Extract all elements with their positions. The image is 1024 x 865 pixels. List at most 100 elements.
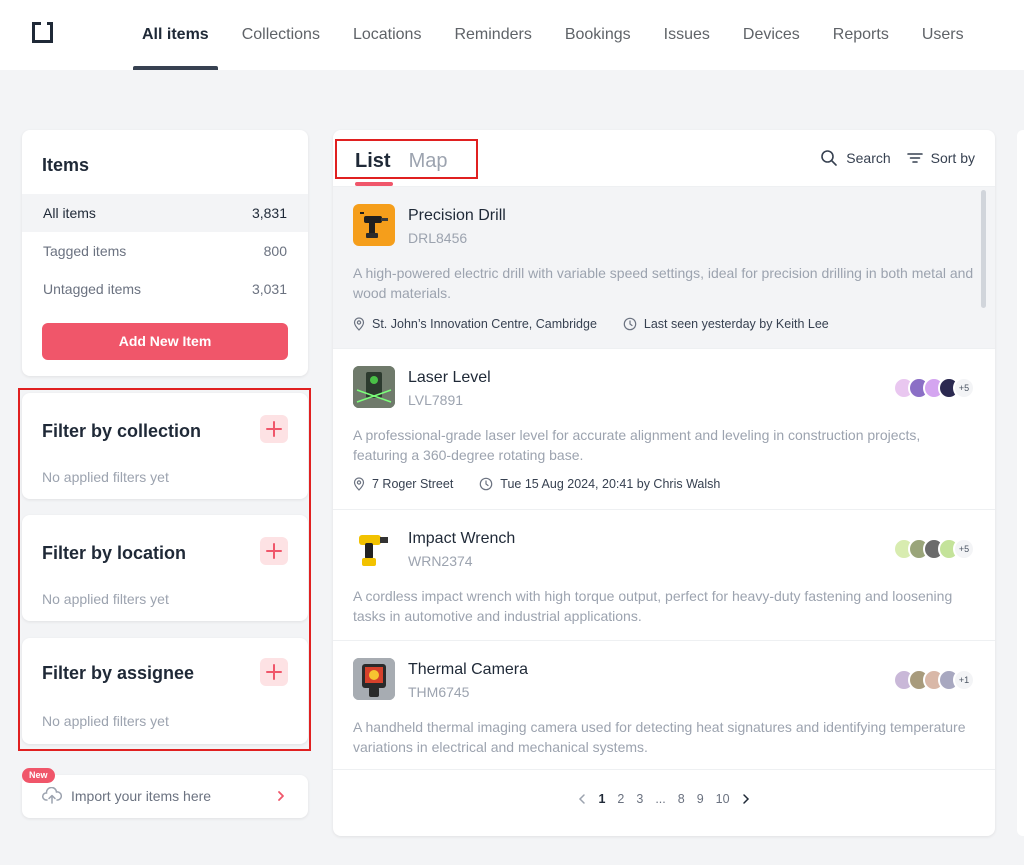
chevron-right-icon[interactable] xyxy=(742,793,750,805)
import-items-card[interactable]: Import your items here xyxy=(22,775,308,818)
sidebar-item-count: 3,831 xyxy=(251,205,287,221)
sidebar-item-tagged-items[interactable]: Tagged items 800 xyxy=(22,232,308,270)
plus-icon xyxy=(266,421,282,437)
filter-collection-card: Filter by collection No applied filters … xyxy=(22,393,308,499)
tab-map[interactable]: Map xyxy=(409,150,448,173)
import-row: Import your items here xyxy=(42,787,211,805)
filter-location-card: Filter by location No applied filters ye… xyxy=(22,515,308,621)
assignee-avatars[interactable]: +1 xyxy=(893,669,975,691)
plus-icon xyxy=(266,543,282,559)
nav-issues[interactable]: Issues xyxy=(664,0,710,70)
location-text: St. John’s Innovation Centre, Cambridge xyxy=(372,317,597,331)
more-assignees-count: +1 xyxy=(953,669,975,691)
item-name: Thermal Camera xyxy=(408,661,529,678)
item-meta: 7 Roger Street Tue 15 Aug 2024, 20:41 by… xyxy=(353,477,720,491)
nav-users[interactable]: Users xyxy=(922,0,964,70)
item-description: A cordless impact wrench with high torqu… xyxy=(353,588,953,624)
items-title: Items xyxy=(42,155,90,175)
search-icon xyxy=(821,150,838,166)
list-item-thermal-camera[interactable]: Thermal Camera THM6745 +1 A handheld the… xyxy=(333,640,995,770)
item-name: Precision Drill xyxy=(408,207,506,224)
item-code: LVL7891 xyxy=(408,392,464,408)
filter-title: Filter by location xyxy=(42,543,187,563)
search-label: Search xyxy=(846,150,891,166)
sidebar-item-label: Tagged items xyxy=(43,243,127,259)
nav-reports[interactable]: Reports xyxy=(833,0,889,70)
app-logo-icon[interactable] xyxy=(30,20,55,45)
location-pin-icon xyxy=(353,317,365,331)
import-label: Import your items here xyxy=(71,788,212,804)
thermal-camera-icon xyxy=(353,658,395,700)
filter-empty-text: No applied filters yet xyxy=(42,713,169,729)
add-assignee-filter-button[interactable] xyxy=(260,658,288,686)
nav-bookings[interactable]: Bookings xyxy=(565,0,631,70)
page-1[interactable]: 1 xyxy=(598,792,605,806)
item-description: A handheld thermal imaging camera used f… xyxy=(353,719,966,755)
last-seen-text: Tue 15 Aug 2024, 20:41 by Chris Walsh xyxy=(500,477,721,491)
page-2[interactable]: 2 xyxy=(617,792,624,806)
new-badge: New xyxy=(22,768,55,783)
item-code: WRN2374 xyxy=(408,553,473,569)
add-new-item-button[interactable]: Add New Item xyxy=(42,323,288,360)
assignee-avatars[interactable]: +5 xyxy=(893,538,975,560)
list-item-laser-level[interactable]: Laser Level LVL7891 +5 A professional-gr… xyxy=(333,348,995,509)
sidebar-item-label: All items xyxy=(43,205,96,221)
filter-empty-text: No applied filters yet xyxy=(42,591,169,607)
item-name: Impact Wrench xyxy=(408,530,516,547)
more-assignees-count: +5 xyxy=(953,538,975,560)
list-item-impact-wrench[interactable]: Impact Wrench WRN2374 +5 A cordless impa… xyxy=(333,509,995,640)
items-list-panel: List Map Search Sort by Precision Drill … xyxy=(333,130,995,836)
more-assignees-count: +5 xyxy=(953,377,975,399)
filter-empty-text: No applied filters yet xyxy=(42,469,169,485)
sidebar-item-count: 3,031 xyxy=(251,281,287,297)
pagination: 1 2 3 ... 8 9 10 xyxy=(333,792,995,806)
sidebar-item-all-items[interactable]: All items 3,831 xyxy=(22,194,308,232)
top-navigation-bar: All items Collections Locations Reminder… xyxy=(0,0,1024,70)
list-item-precision-drill[interactable]: Precision Drill DRL8456 A high-powered e… xyxy=(333,186,995,348)
nav-all-items[interactable]: All items xyxy=(133,0,218,70)
nav-reminders[interactable]: Reminders xyxy=(454,0,531,70)
sidebar-item-label: Untagged items xyxy=(43,281,142,297)
list-scrollbar[interactable] xyxy=(981,190,986,308)
right-panel-edge xyxy=(1017,130,1024,836)
list-toolbar: Search Sort by xyxy=(820,149,975,167)
nav-collections[interactable]: Collections xyxy=(242,0,320,70)
item-meta: St. John’s Innovation Centre, Cambridge … xyxy=(353,317,829,331)
nav-locations[interactable]: Locations xyxy=(353,0,422,70)
sidebar-item-count: 800 xyxy=(263,243,287,259)
cloud-upload-icon xyxy=(42,787,62,804)
chevron-right-icon xyxy=(278,791,284,801)
tab-list[interactable]: List xyxy=(355,150,391,173)
item-last-seen: Last seen yesterday by Keith Lee xyxy=(623,317,829,331)
clock-icon xyxy=(479,477,493,491)
last-seen-text: Last seen yesterday by Keith Lee xyxy=(643,317,829,331)
item-location: 7 Roger Street xyxy=(353,477,453,491)
sort-label: Sort by xyxy=(930,150,975,166)
sidebar-item-untagged-items[interactable]: Untagged items 3,031 xyxy=(22,270,308,308)
item-last-seen: Tue 15 Aug 2024, 20:41 by Chris Walsh xyxy=(479,477,720,491)
sort-by-button[interactable]: Sort by xyxy=(906,150,975,166)
chevron-left-icon[interactable] xyxy=(578,793,586,805)
nav-devices[interactable]: Devices xyxy=(743,0,800,70)
search-button[interactable]: Search xyxy=(820,149,891,167)
page-10[interactable]: 10 xyxy=(716,792,730,806)
main-nav: All items Collections Locations Reminder… xyxy=(133,0,997,70)
plus-icon xyxy=(266,664,282,680)
page-8[interactable]: 8 xyxy=(678,792,685,806)
item-location: St. John’s Innovation Centre, Cambridge xyxy=(353,317,597,331)
location-text: 7 Roger Street xyxy=(372,477,454,491)
location-pin-icon xyxy=(353,477,365,491)
page-9[interactable]: 9 xyxy=(697,792,704,806)
page-3[interactable]: 3 xyxy=(636,792,643,806)
items-summary-card: Items All items 3,831 Tagged items 800 U… xyxy=(22,130,308,376)
filter-title: Filter by collection xyxy=(42,421,202,441)
clock-icon xyxy=(623,317,637,331)
laser-level-icon xyxy=(353,366,395,408)
assignee-avatars[interactable]: +5 xyxy=(893,377,975,399)
item-code: THM6745 xyxy=(408,684,470,700)
add-location-filter-button[interactable] xyxy=(260,537,288,565)
wrench-icon xyxy=(353,527,395,569)
add-collection-filter-button[interactable] xyxy=(260,415,288,443)
view-tabs: List Map xyxy=(355,150,447,173)
item-description: A high-powered electric drill with varia… xyxy=(353,265,974,301)
